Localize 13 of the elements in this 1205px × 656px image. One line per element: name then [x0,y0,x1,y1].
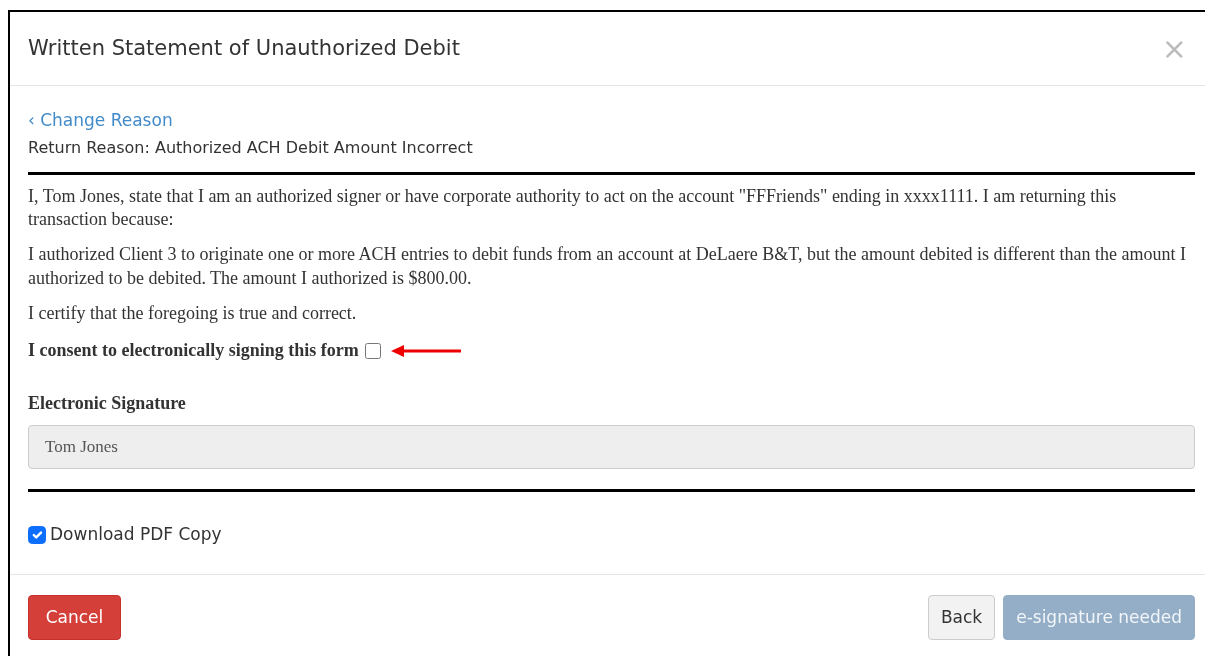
consent-checkbox[interactable] [364,342,381,359]
back-button[interactable]: Back [927,594,996,640]
statement-paragraph: I certify that the foregoing is true and correct. [28,302,358,326]
change-reason-link[interactable]: ‹ Change Reason [28,110,173,130]
download-label: Download PDF Copy [50,523,222,547]
cancel-button[interactable]: Cancel [28,594,121,640]
statement-paragraph: I, Tom Jones, state that I am an authorized signer or have corporate authority to act on the account "FFFriends" ending in xxxx1111. I am returning this transaction because: [28,184,1118,231]
return-reason: Return Reason: Authorized ACH Debit Amount Incorrect [28,136,474,159]
signature-label: Electronic Signature [28,392,187,416]
download-checkbox[interactable] [28,526,46,545]
consent-label: I consent to electronically signing this form [28,339,359,363]
statement-paragraph: I authorized Client 3 to originate one or more ACH entries to debit funds from an account at DeLaere B&T, but the amount debited is different than the amount I authorized to be debited. The amount I authorized is $800.00. [28,243,1187,290]
dialog-title: Written Statement of Unauthorized Debit [28,35,460,62]
